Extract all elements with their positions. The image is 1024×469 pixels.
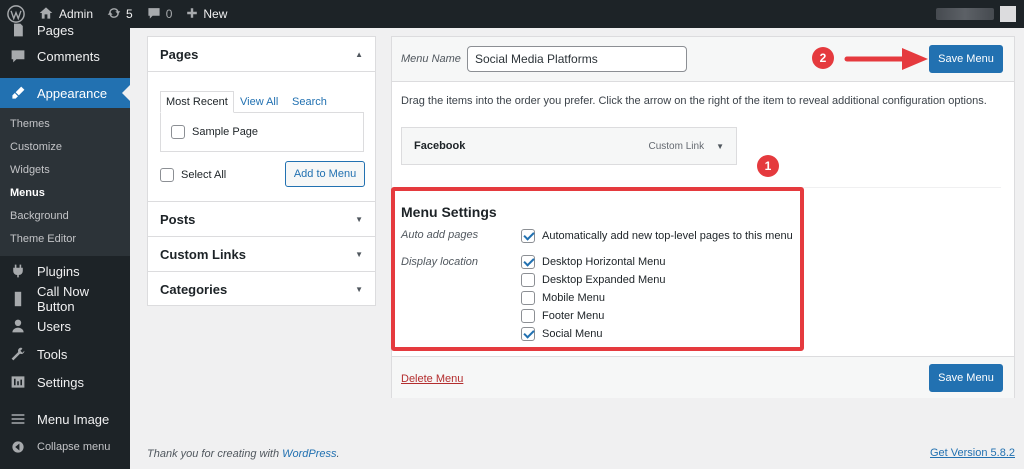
new-label: New (203, 7, 228, 21)
posts-section-header[interactable]: Posts ▼ (148, 202, 375, 237)
custom-links-section-header[interactable]: Custom Links ▼ (148, 237, 375, 272)
categories-section-title: Categories (160, 282, 228, 297)
settings-icon (8, 372, 28, 392)
select-all-label: Select All (181, 169, 227, 181)
select-all-checkbox[interactable] (160, 168, 174, 182)
sidebar-item-tools[interactable]: Tools (0, 342, 130, 366)
menu-instructions: Drag the items into the order you prefer… (401, 95, 987, 107)
user-name-blurred[interactable] (936, 8, 994, 20)
tab-most-recent[interactable]: Most Recent (160, 91, 234, 113)
admin-sidebar: Pages Comments Appearance Themes Customi… (0, 23, 130, 469)
tools-icon (8, 344, 28, 364)
menu-editor-footer: Delete Menu Save Menu (392, 356, 1014, 398)
menu-name-input[interactable]: Social Media Platforms (467, 46, 687, 72)
sidebar-item-label: Appearance (37, 85, 108, 101)
collapse-icon (8, 437, 28, 457)
sidebar-item-plugins[interactable]: Plugins (0, 259, 130, 283)
sidebar-item-label: Plugins (37, 263, 80, 279)
submenu-themes[interactable]: Themes (10, 118, 50, 130)
most-recent-panel: Sample Page (160, 112, 364, 152)
expand-arrow-icon[interactable]: ▼ (355, 215, 363, 224)
annotation-badge-2: 2 (812, 47, 834, 69)
plus-icon (186, 7, 198, 22)
appearance-icon (8, 83, 28, 103)
sidebar-item-appearance[interactable]: Appearance (0, 78, 130, 108)
expand-arrow-icon[interactable]: ▼ (355, 250, 363, 259)
submenu-menus[interactable]: Menus (10, 187, 45, 199)
wordpress-link[interactable]: WordPress (282, 448, 336, 460)
sidebar-item-call-now-button[interactable]: Call Now Button (0, 284, 130, 314)
tab-view-all[interactable]: View All (240, 91, 278, 113)
comments-link[interactable]: 0 (140, 0, 180, 28)
phone-icon (8, 289, 28, 309)
save-menu-button-bottom[interactable]: Save Menu (929, 364, 1003, 392)
menu-name-label: Menu Name (401, 53, 461, 65)
categories-section-header[interactable]: Categories ▼ (148, 272, 375, 307)
sidebar-item-label: Menu Image (37, 411, 110, 427)
sidebar-item-label: Call Now Button (36, 284, 89, 314)
collapse-arrow-icon[interactable]: ▲ (355, 50, 363, 59)
custom-links-section-title: Custom Links (160, 246, 246, 262)
avatar[interactable] (1000, 6, 1016, 22)
expand-arrow-icon[interactable]: ▼ (355, 285, 363, 294)
admin-bar: Admin 5 0 New (0, 0, 1024, 28)
sidebar-item-users[interactable]: Users (0, 314, 130, 338)
submenu-theme-editor[interactable]: Theme Editor (10, 233, 76, 245)
comments-count: 0 (165, 7, 173, 21)
plugins-icon (8, 261, 28, 281)
collapse-menu-label: Collapse menu (37, 441, 111, 453)
footer-thanks-suffix: . (336, 448, 340, 460)
sidebar-item-label: Pages (37, 22, 74, 38)
updates-count: 5 (126, 7, 133, 21)
menu-icon (8, 409, 28, 429)
sidebar-item-menu-image[interactable]: Menu Image (0, 407, 130, 431)
sample-page-checkbox[interactable] (171, 125, 185, 139)
sidebar-item-settings[interactable]: Settings (0, 370, 130, 394)
comments-icon (8, 46, 28, 66)
save-menu-button-top[interactable]: Save Menu (929, 45, 1003, 73)
footer-thanks-prefix: Thank you for creating with (147, 448, 280, 460)
select-all-option[interactable]: Select All (160, 168, 226, 182)
add-menu-items-panel: Pages ▲ Most Recent View All Search Samp… (147, 36, 376, 306)
appearance-submenu: Themes Customize Widgets Menus Backgroun… (0, 108, 130, 256)
new-content-link[interactable]: New (179, 0, 234, 28)
sidebar-item-pages[interactable]: Pages (0, 20, 130, 40)
sidebar-item-label: Users (37, 318, 71, 334)
sidebar-item-label: Comments (37, 48, 100, 64)
users-icon (8, 316, 28, 336)
menu-item-title: Facebook (414, 140, 466, 152)
pages-section-header[interactable]: Pages ▲ (148, 37, 375, 72)
comment-bubble-icon (147, 6, 161, 23)
menu-item-type: Custom Link (648, 140, 705, 152)
menu-item-facebook[interactable]: Facebook Custom Link ▼ (401, 127, 737, 165)
pages-icon (8, 20, 28, 40)
pages-section-title: Pages (160, 46, 199, 62)
menu-settings-highlight (391, 187, 804, 351)
add-to-menu-button[interactable]: Add to Menu (285, 161, 365, 187)
delete-menu-link[interactable]: Delete Menu (401, 373, 463, 385)
sidebar-item-label: Settings (37, 374, 84, 390)
submenu-background[interactable]: Background (10, 210, 69, 222)
submenu-customize[interactable]: Customize (10, 141, 62, 153)
menu-item-expand-icon[interactable]: ▼ (716, 142, 724, 151)
footer-thanks: Thank you for creating with WordPress. (147, 448, 340, 460)
posts-section-title: Posts (160, 211, 196, 227)
sample-page-label: Sample Page (192, 126, 259, 138)
annotation-badge-1: 1 (757, 155, 779, 177)
sample-page-option[interactable]: Sample Page (171, 125, 258, 139)
sidebar-item-comments[interactable]: Comments (0, 44, 130, 68)
site-name-label: Admin (59, 7, 94, 21)
submenu-widgets[interactable]: Widgets (10, 164, 50, 176)
sidebar-item-label: Tools (37, 346, 68, 362)
annotation-arrow-icon (844, 48, 928, 70)
collapse-menu-button[interactable]: Collapse menu (0, 435, 130, 459)
get-version-link[interactable]: Get Version 5.8.2 (930, 447, 1015, 459)
tab-search[interactable]: Search (292, 91, 327, 113)
